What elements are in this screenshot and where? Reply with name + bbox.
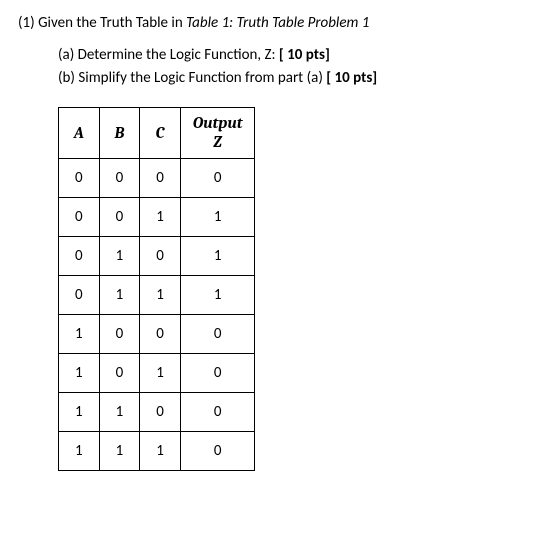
cell-z: 0 xyxy=(180,393,255,432)
cell-b: 1 xyxy=(99,276,140,315)
cell-b: 0 xyxy=(99,315,140,354)
cell-c: 0 xyxy=(140,393,181,432)
table-row: 1 0 0 0 xyxy=(59,315,255,354)
header-c: C xyxy=(140,108,181,159)
header-output: Output Z xyxy=(180,108,255,159)
cell-c: 0 xyxy=(140,315,181,354)
cell-a: 1 xyxy=(59,393,100,432)
cell-b: 1 xyxy=(99,393,140,432)
cell-z: 1 xyxy=(180,198,255,237)
cell-a: 0 xyxy=(59,159,100,198)
cell-z: 0 xyxy=(180,354,255,393)
cell-z: 0 xyxy=(180,315,255,354)
problem-intro: (1) Given the Truth Table in Table 1: Tr… xyxy=(18,14,516,32)
cell-c: 1 xyxy=(140,276,181,315)
truth-table: A B C Output Z 0 0 0 0 0 0 1 1 0 1 0 1 xyxy=(58,107,255,471)
header-b: B xyxy=(99,108,140,159)
part-b: (b) Simplify the Logic Function from par… xyxy=(58,67,516,90)
part-b-text: (b) Simplify the Logic Function from par… xyxy=(58,69,326,87)
table-row: 1 0 1 0 xyxy=(59,354,255,393)
cell-z: 1 xyxy=(180,237,255,276)
header-z: Z xyxy=(193,133,243,152)
header-output-label: Output xyxy=(193,114,243,132)
cell-b: 0 xyxy=(99,354,140,393)
table-row: 0 0 1 1 xyxy=(59,198,255,237)
table-body: 0 0 0 0 0 0 1 1 0 1 0 1 0 1 1 1 1 0 0 0 xyxy=(59,159,255,471)
intro-text: (1) Given the Truth Table in xyxy=(18,14,186,32)
cell-b: 0 xyxy=(99,198,140,237)
part-b-points: [ 10 pts] xyxy=(326,69,377,87)
cell-z: 0 xyxy=(180,159,255,198)
cell-c: 0 xyxy=(140,237,181,276)
cell-c: 1 xyxy=(140,354,181,393)
cell-b: 0 xyxy=(99,159,140,198)
table-reference: Table 1: Truth Table Problem 1 xyxy=(186,14,369,32)
cell-z: 1 xyxy=(180,276,255,315)
table-row: 0 1 0 1 xyxy=(59,237,255,276)
cell-a: 1 xyxy=(59,354,100,393)
cell-a: 0 xyxy=(59,198,100,237)
cell-a: 1 xyxy=(59,432,100,471)
table-row: 1 1 0 0 xyxy=(59,393,255,432)
subparts: (a) Determine the Logic Function, Z: [ 1… xyxy=(58,44,516,89)
cell-a: 1 xyxy=(59,315,100,354)
cell-a: 0 xyxy=(59,276,100,315)
cell-a: 0 xyxy=(59,237,100,276)
part-a-text: (a) Determine the Logic Function, Z: xyxy=(58,46,279,64)
header-a: A xyxy=(59,108,100,159)
cell-b: 1 xyxy=(99,432,140,471)
part-a: (a) Determine the Logic Function, Z: [ 1… xyxy=(58,44,516,67)
cell-z: 0 xyxy=(180,432,255,471)
table-row: 0 0 0 0 xyxy=(59,159,255,198)
table-header-row: A B C Output Z xyxy=(59,108,255,159)
part-a-points: [ 10 pts] xyxy=(279,46,330,64)
cell-c: 1 xyxy=(140,432,181,471)
table-row: 1 1 1 0 xyxy=(59,432,255,471)
table-row: 0 1 1 1 xyxy=(59,276,255,315)
cell-b: 1 xyxy=(99,237,140,276)
cell-c: 0 xyxy=(140,159,181,198)
cell-c: 1 xyxy=(140,198,181,237)
